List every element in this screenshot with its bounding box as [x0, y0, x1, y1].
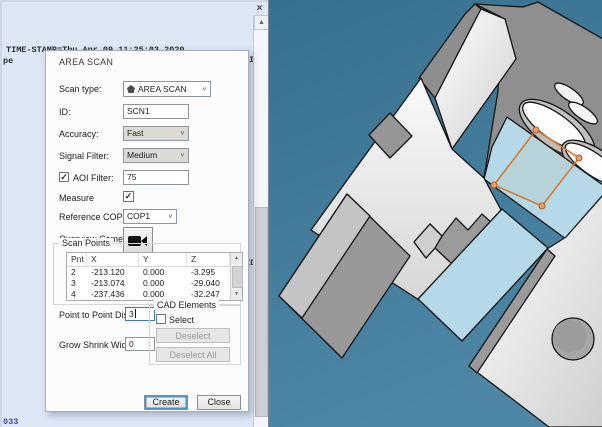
measure-checkbox[interactable]: ✓	[123, 191, 134, 202]
aoi-filter-input[interactable]: 75	[123, 170, 189, 185]
aoi-filter-label: AOI Filter:	[73, 173, 114, 183]
selection-handle[interactable]	[491, 182, 497, 188]
table-row[interactable]: 4 -237.436 0.000 -32.247	[67, 289, 242, 300]
deselect-button[interactable]: Deselect	[156, 328, 230, 343]
select-checkbox[interactable]	[156, 314, 166, 324]
create-button[interactable]: Create	[144, 395, 188, 410]
scroll-down-icon[interactable]: ▼	[231, 289, 242, 300]
scan-type-dropdown[interactable]: AREA SCAN ∨	[123, 81, 211, 97]
table-row[interactable]: 2 -213.120 0.000 -3.295	[67, 267, 242, 278]
application-window: TIME-STAMP=Thu Apr 09 11:25:03 2020 pe M…	[0, 0, 602, 427]
editor-vertical-scrollbar[interactable]: ▲	[253, 15, 269, 427]
signal-filter-label: Signal Filter:	[59, 151, 109, 161]
scan-points-table[interactable]: Pnt X Y Z 2 -213.120 0.000 -3.295 3 -213…	[66, 252, 243, 301]
editor-text-fragment-left: pe	[3, 56, 13, 66]
id-label: ID:	[59, 107, 71, 117]
cad-viewport[interactable]	[268, 0, 602, 427]
accuracy-label: Accuracy:	[59, 129, 99, 139]
signal-filter-dropdown[interactable]: Medium ∨	[123, 148, 189, 163]
text-caret	[135, 309, 136, 318]
accuracy-dropdown[interactable]: Fast ∨	[123, 126, 189, 141]
selection-handle[interactable]	[576, 155, 582, 161]
table-row[interactable]: 3 -213.074 0.000 -29.040	[67, 278, 242, 289]
selection-handle[interactable]	[539, 203, 545, 209]
scroll-up-icon[interactable]: ▲	[231, 253, 242, 264]
reference-cop-dropdown[interactable]: COP1 ∨	[123, 209, 177, 224]
selection-handle[interactable]	[533, 127, 539, 133]
scan-points-group-label: Scan Points	[59, 238, 113, 248]
scan-type-label: Scan type:	[59, 84, 102, 94]
chevron-down-icon: ∨	[180, 128, 185, 138]
table-scrollbar[interactable]: ▲ ▼	[230, 253, 242, 300]
scan-points-group: Scan Points Pnt X Y Z 2 -213.120 0.000 -…	[53, 243, 241, 305]
area-scan-dialog: AREA SCAN Scan type: AREA SCAN ∨ ID: SCN…	[45, 50, 249, 412]
area-scan-icon	[127, 85, 135, 93]
chevron-down-icon: ∨	[180, 150, 185, 160]
close-button[interactable]: Close	[197, 395, 241, 410]
table-header: Pnt X Y Z	[67, 253, 242, 267]
reference-cop-label: Reference COP:	[59, 212, 125, 222]
cad-elements-group: CAD Elements Select Deselect Deselect Al…	[149, 305, 241, 365]
measure-label: Measure	[59, 193, 94, 203]
close-icon[interactable]: ×	[252, 3, 267, 15]
scroll-up-icon[interactable]: ▲	[254, 15, 269, 30]
chevron-down-icon: ∨	[168, 211, 173, 221]
scrollbar-thumb[interactable]	[255, 207, 268, 417]
scan-type-value: AREA SCAN	[138, 83, 187, 96]
id-input[interactable]: SCN1	[123, 104, 189, 119]
cad-part-scene	[269, 0, 602, 427]
editor-text-fragment-bottom: 033	[3, 417, 18, 427]
cad-elements-group-label: CAD Elements	[154, 300, 219, 310]
dialog-title: AREA SCAN	[59, 57, 113, 67]
chevron-down-icon: ∨	[202, 84, 207, 94]
deselect-all-button[interactable]: Deselect All	[156, 347, 230, 362]
select-label: Select	[169, 315, 194, 325]
aoi-filter-checkbox[interactable]: ✓	[59, 172, 69, 182]
scrollbar-thumb[interactable]	[232, 266, 243, 288]
